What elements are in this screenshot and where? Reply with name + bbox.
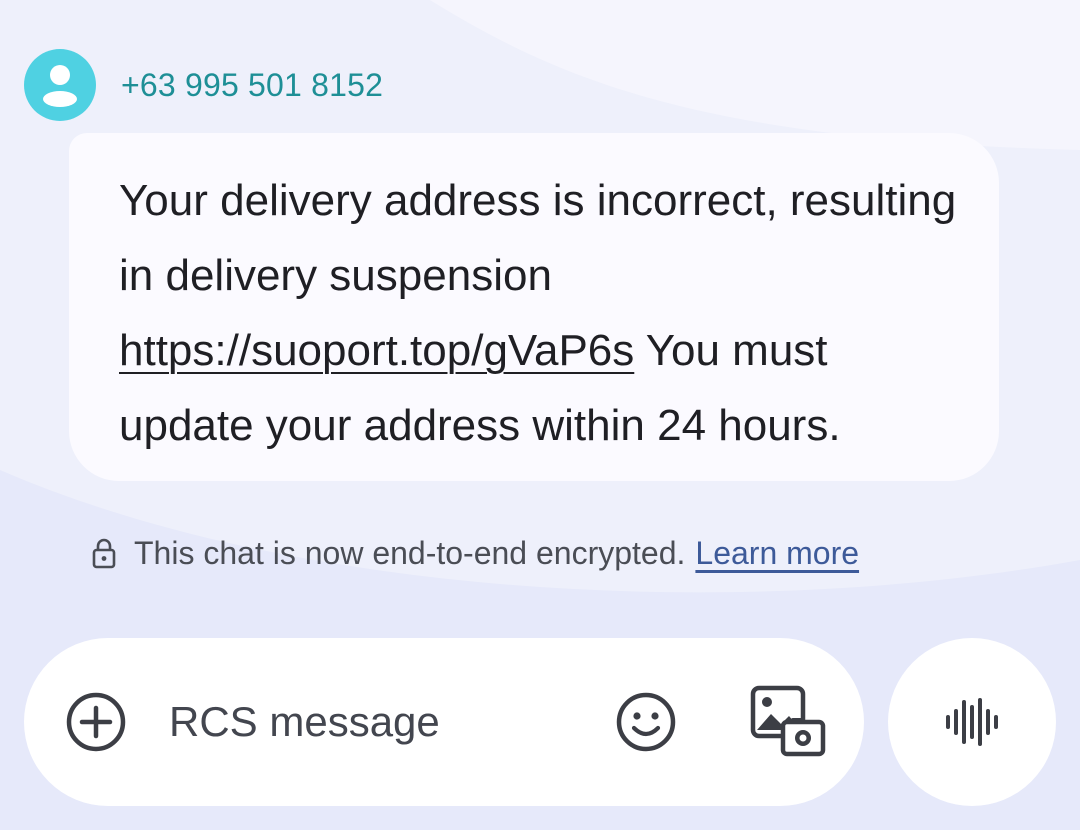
- encryption-text: This chat is now end-to-end encrypted.: [134, 534, 686, 571]
- voice-waveform-icon: [946, 698, 998, 746]
- sender-header: +63 995 501 8152: [24, 49, 383, 121]
- message-input[interactable]: [169, 690, 589, 754]
- add-circle-icon: [66, 692, 126, 752]
- message-link[interactable]: https://suoport.top/gVaP6s: [119, 326, 634, 375]
- emoji-icon: [616, 692, 676, 752]
- message-bubble[interactable]: Your delivery address is incorrect, resu…: [69, 133, 999, 481]
- emoji-button[interactable]: [612, 688, 680, 756]
- lock-icon: [92, 538, 116, 569]
- person-icon: [43, 65, 77, 107]
- sender-phone-number[interactable]: +63 995 501 8152: [121, 67, 383, 104]
- gallery-icon: [750, 685, 826, 757]
- avatar[interactable]: [24, 49, 96, 121]
- voice-message-button[interactable]: [888, 638, 1056, 806]
- gallery-camera-button[interactable]: [748, 683, 830, 761]
- encryption-notice: This chat is now end-to-end encrypted. L…: [90, 530, 859, 576]
- compose-bar: [24, 638, 864, 806]
- message-text-part: Your delivery address is incorrect, resu…: [119, 176, 957, 300]
- learn-more-link[interactable]: Learn more: [695, 535, 859, 572]
- message-text: Your delivery address is incorrect, resu…: [119, 163, 959, 463]
- add-attachment-button[interactable]: [62, 688, 130, 756]
